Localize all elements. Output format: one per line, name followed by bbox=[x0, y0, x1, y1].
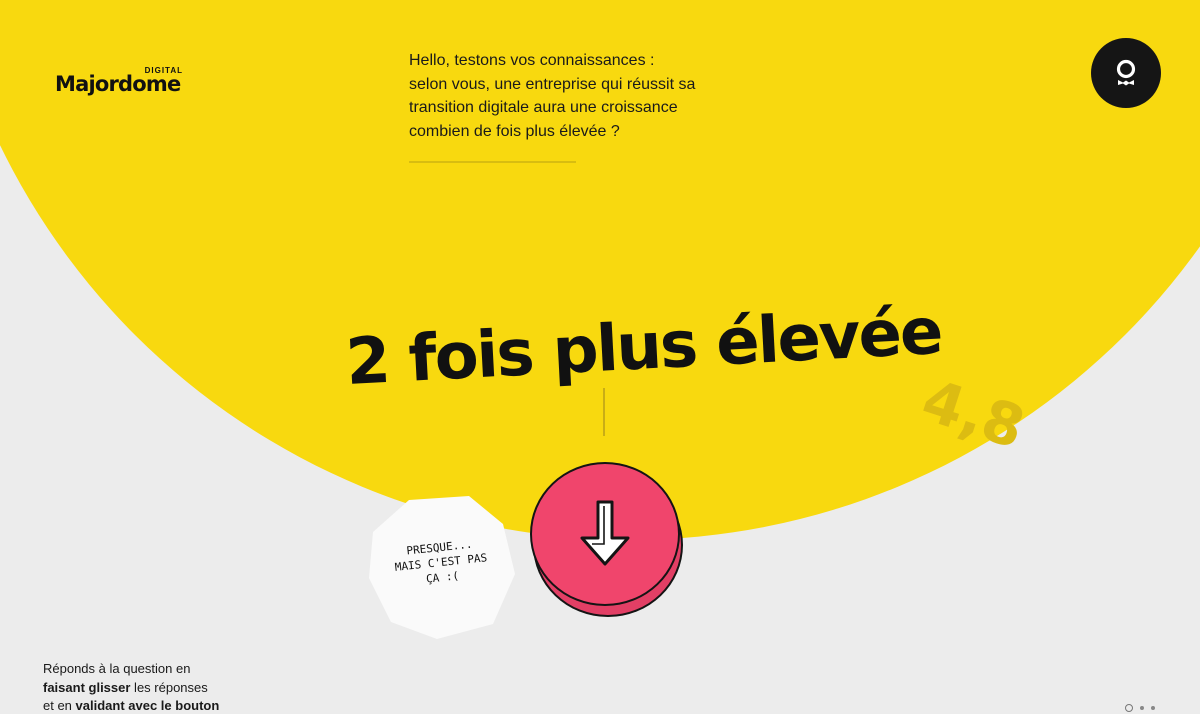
question-line: transition digitale aura une croissance bbox=[409, 99, 678, 116]
profile-icon bbox=[1116, 59, 1136, 86]
answer-indicator-line bbox=[603, 388, 605, 436]
profile-button[interactable] bbox=[1091, 38, 1161, 108]
instructions-line: faisant glisser les réponses bbox=[43, 679, 219, 698]
feedback-bubble: PRESQUE... MAIS C'EST PAS ÇA :( bbox=[365, 494, 517, 640]
pagination-dot[interactable] bbox=[1140, 706, 1144, 710]
instructions-emphasis: faisant glisser bbox=[43, 679, 131, 695]
page: DIGITAL Majordome Hello, testons vos con… bbox=[0, 0, 1200, 714]
instructions: Réponds à la question en faisant glisser… bbox=[43, 660, 219, 714]
question-line: combien de fois plus élevée ? bbox=[409, 122, 620, 140]
instructions-line: Réponds à la question en bbox=[43, 661, 191, 676]
question-line: selon vous, une entreprise qui réussit s… bbox=[409, 75, 696, 93]
pagination-dot[interactable] bbox=[1151, 706, 1155, 710]
pagination-dot[interactable] bbox=[1125, 704, 1133, 712]
instructions-line: et en validant avec le bouton bbox=[43, 697, 219, 714]
pagination bbox=[1125, 704, 1155, 712]
question-divider bbox=[409, 161, 576, 163]
instructions-text: et en bbox=[43, 698, 76, 713]
arrow-down-icon bbox=[580, 500, 630, 566]
logo-wordmark: Majordome bbox=[55, 72, 181, 96]
validate-button[interactable] bbox=[530, 462, 680, 606]
instructions-emphasis: validant avec le bouton bbox=[75, 698, 220, 713]
question-line: Hello, testons vos connaissances : bbox=[409, 52, 655, 69]
question-text: Hello, testons vos connaissances : selon… bbox=[409, 49, 749, 143]
instructions-text: les réponses bbox=[130, 679, 208, 695]
majordome-logo[interactable]: DIGITAL Majordome bbox=[55, 66, 195, 106]
